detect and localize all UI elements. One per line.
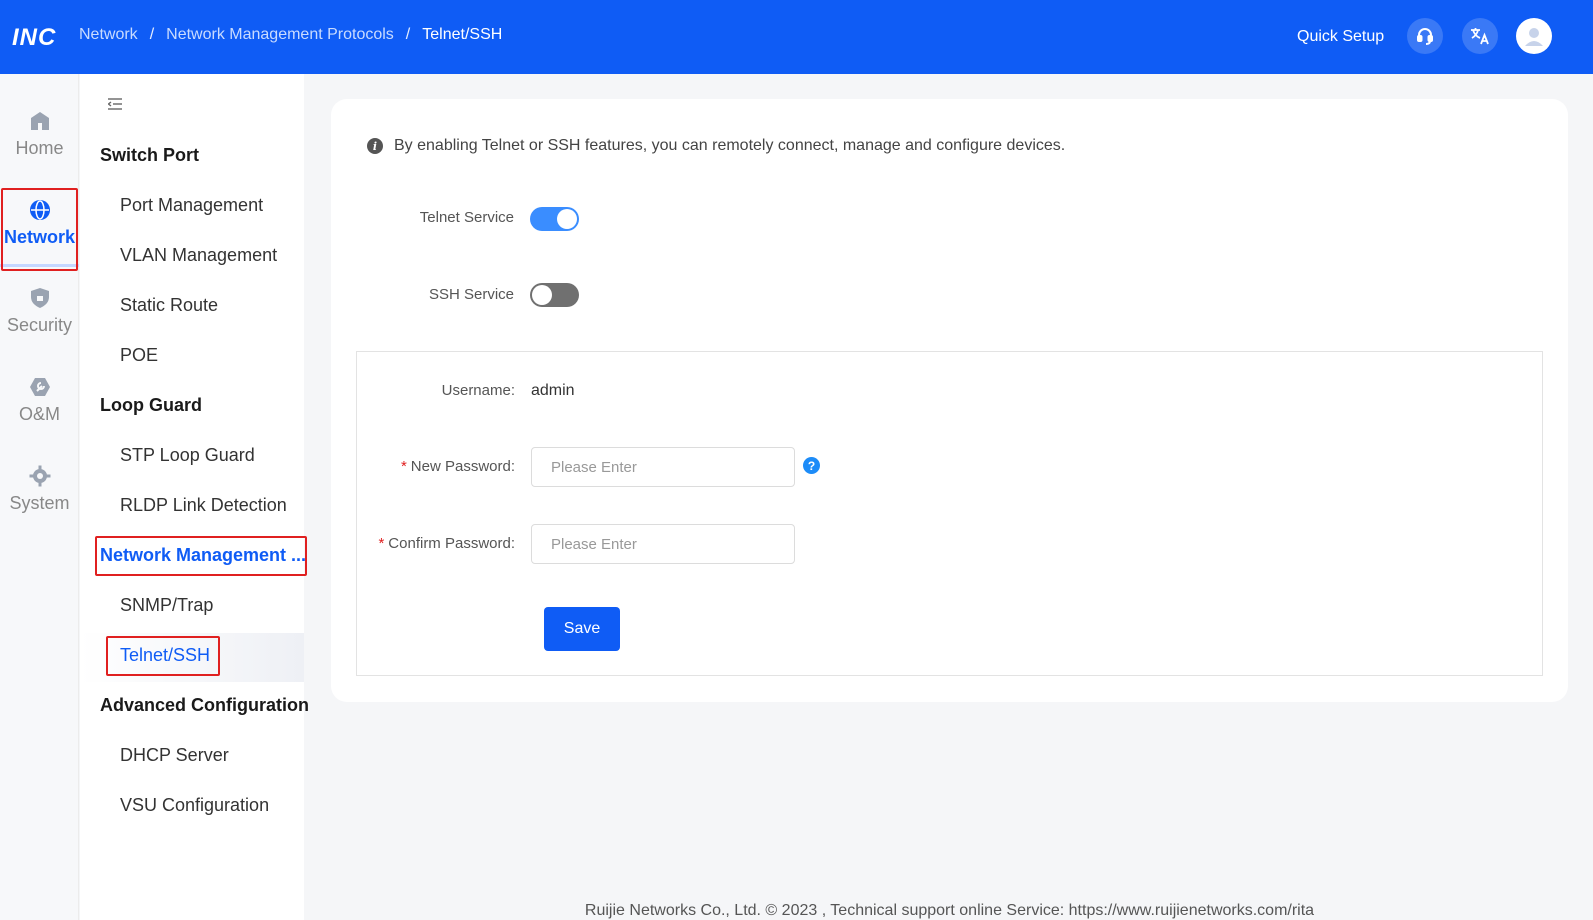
telnet-service-toggle[interactable] bbox=[530, 207, 579, 231]
required-mark: * bbox=[400, 458, 407, 475]
headset-icon bbox=[1417, 28, 1433, 45]
breadcrumb: Network / Network Management Protocols /… bbox=[79, 26, 502, 44]
support-button[interactable] bbox=[1407, 18, 1443, 54]
rail-label-om: O&M bbox=[18, 403, 60, 424]
toggle-knob bbox=[532, 285, 552, 305]
rail-item-om[interactable]: O&M bbox=[0, 362, 79, 438]
home-icon bbox=[30, 111, 49, 130]
telnet-service-label: Telnet Service bbox=[419, 209, 514, 226]
username-label: Username: bbox=[441, 382, 515, 399]
rail-item-network[interactable]: Network bbox=[0, 185, 79, 267]
menu-item-static-route[interactable]: Static Route bbox=[120, 295, 218, 316]
confirm-password-input[interactable] bbox=[531, 524, 795, 564]
menu-group-advanced-configuration[interactable]: Advanced Configuration bbox=[100, 695, 309, 716]
quick-setup-link[interactable]: Quick Setup bbox=[1297, 28, 1384, 46]
rail-item-system[interactable]: System bbox=[0, 451, 79, 527]
menu-item-vsu-configuration[interactable]: VSU Configuration bbox=[120, 795, 269, 816]
rail-label-system: System bbox=[9, 492, 70, 513]
menu-item-rldp-link-detection[interactable]: RLDP Link Detection bbox=[120, 495, 287, 516]
info-message: i By enabling Telnet or SSH features, yo… bbox=[367, 137, 1065, 155]
save-button[interactable]: Save bbox=[544, 607, 620, 651]
menu-group-network-management[interactable]: Network Management ... bbox=[100, 545, 306, 566]
info-icon: i bbox=[367, 138, 383, 154]
new-password-label: * New Password: bbox=[315, 458, 515, 475]
confirm-password-label: * Confirm Password: bbox=[315, 535, 515, 552]
new-password-label-text: New Password: bbox=[410, 458, 515, 475]
menu-group-loop-guard[interactable]: Loop Guard bbox=[100, 395, 202, 416]
rail-label-security: Security bbox=[6, 314, 73, 335]
rail-label-network: Network bbox=[3, 226, 75, 247]
menu-item-snmp-trap[interactable]: SNMP/Trap bbox=[120, 595, 213, 616]
ssh-service-toggle[interactable] bbox=[530, 283, 579, 307]
ssh-service-label: SSH Service bbox=[428, 286, 514, 303]
toggle-knob bbox=[557, 209, 577, 229]
info-text: By enabling Telnet or SSH features, you … bbox=[394, 137, 1066, 154]
breadcrumb-separator: / bbox=[405, 26, 411, 43]
user-avatar[interactable] bbox=[1516, 18, 1552, 54]
required-mark: * bbox=[378, 535, 385, 552]
new-password-input[interactable] bbox=[531, 447, 795, 487]
top-header: INC Network / Network Management Protoco… bbox=[0, 0, 1593, 74]
rail-label-home: Home bbox=[15, 137, 64, 158]
secondary-nav-menu: Switch Port Port Management VLAN Managem… bbox=[80, 74, 309, 920]
rail-item-security[interactable]: Security bbox=[0, 273, 79, 349]
password-help-icon[interactable]: ? bbox=[803, 457, 820, 474]
menu-item-dhcp-server[interactable]: DHCP Server bbox=[120, 745, 229, 766]
menu-item-poe[interactable]: POE bbox=[120, 345, 158, 366]
credentials-panel: Username: admin * New Password: ? * Confir… bbox=[356, 351, 1543, 676]
menu-item-telnet-ssh[interactable]: Telnet/SSH bbox=[120, 645, 210, 666]
shield-icon bbox=[30, 287, 49, 308]
telnet-ssh-settings-card: i By enabling Telnet or SSH features, yo… bbox=[331, 99, 1568, 702]
gear-icon bbox=[29, 465, 50, 486]
collapse-menu-icon[interactable] bbox=[108, 98, 122, 110]
wrench-icon bbox=[29, 377, 50, 396]
breadcrumb-telnet-ssh: Telnet/SSH bbox=[422, 26, 503, 43]
page-footer: Ruijie Networks Co., Ltd. © 2023 , Techn… bbox=[584, 902, 1315, 919]
language-button[interactable] bbox=[1462, 18, 1498, 54]
breadcrumb-separator: / bbox=[149, 26, 155, 43]
globe-icon bbox=[29, 199, 50, 220]
rail-item-home[interactable]: Home bbox=[0, 96, 79, 172]
breadcrumb-network-management-protocols[interactable]: Network Management Protocols bbox=[166, 26, 394, 44]
menu-item-port-management[interactable]: Port Management bbox=[120, 195, 263, 216]
confirm-password-label-text: Confirm Password: bbox=[388, 535, 515, 552]
menu-item-vlan-management[interactable]: VLAN Management bbox=[120, 245, 277, 266]
username-value: admin bbox=[531, 382, 575, 399]
primary-nav-rail: Home Network Security O&M System bbox=[0, 74, 79, 920]
menu-group-switch-port[interactable]: Switch Port bbox=[100, 145, 199, 166]
brand-logo[interactable]: INC bbox=[12, 24, 56, 52]
breadcrumb-network[interactable]: Network bbox=[79, 26, 138, 44]
user-avatar-icon bbox=[1525, 28, 1543, 46]
translate-icon bbox=[1471, 28, 1489, 45]
menu-item-stp-loop-guard[interactable]: STP Loop Guard bbox=[120, 445, 255, 466]
